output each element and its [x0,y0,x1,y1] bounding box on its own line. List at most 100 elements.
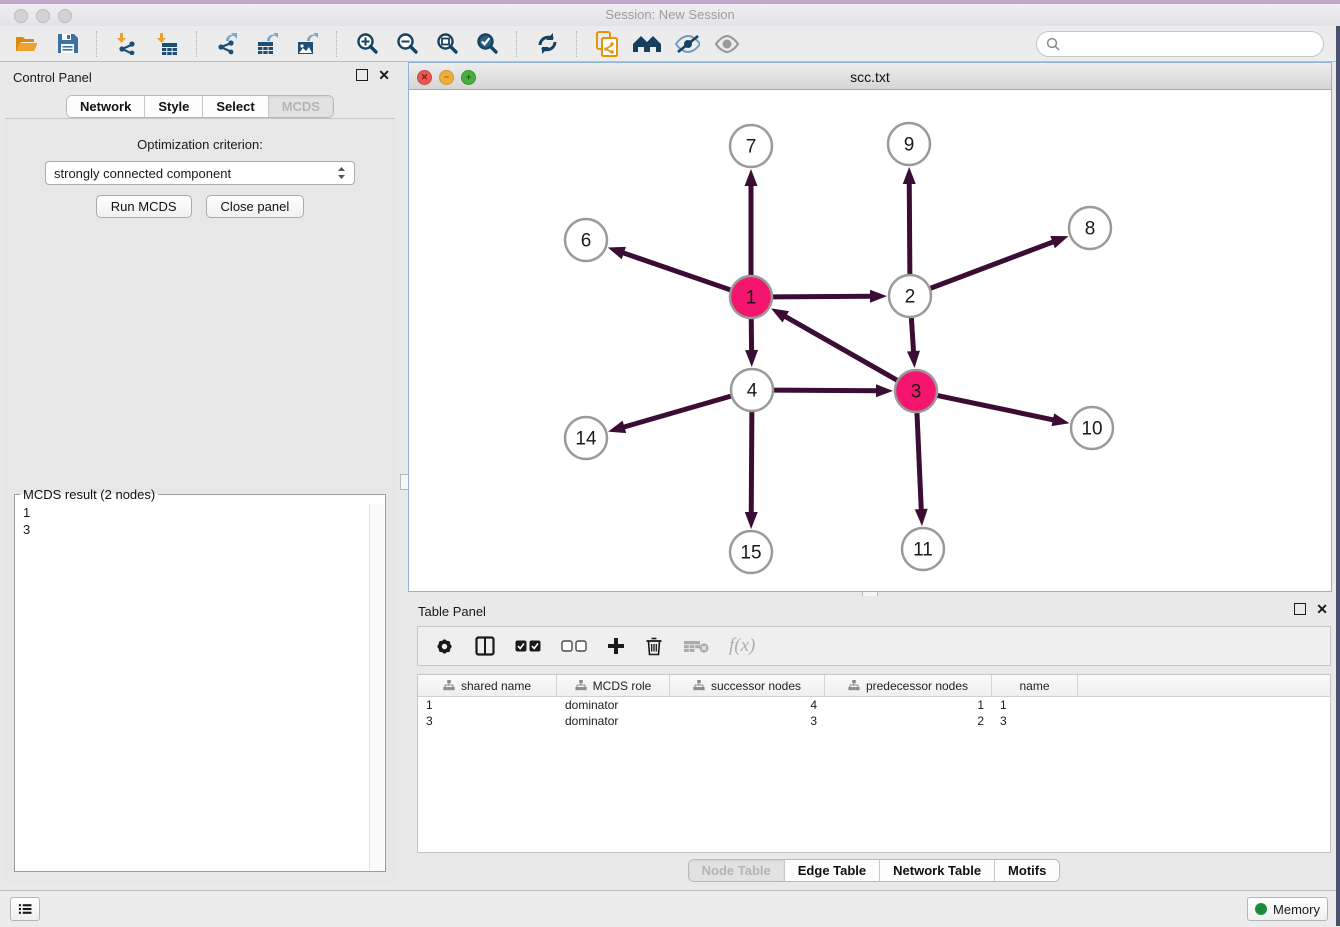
tab-network[interactable]: Network [67,96,144,117]
tab-mcds[interactable]: MCDS [268,96,333,117]
graph-node-6[interactable]: 6 [565,219,607,261]
zoom-fit-icon[interactable] [430,29,464,59]
mcds-result-scrollbar[interactable] [369,504,384,870]
zoom-in-icon[interactable] [350,29,384,59]
graph-node-2[interactable]: 2 [889,275,931,317]
edge-arrowhead [903,167,916,184]
float-panel-icon[interactable] [356,69,368,81]
column-header-shared-name[interactable]: shared name [418,675,557,696]
apply-layout-icon[interactable] [530,29,564,59]
graph-edge-1-6[interactable] [621,252,730,290]
select-all-checkboxes-icon[interactable] [515,640,541,652]
graph-edge-4-14[interactable] [622,396,731,428]
zoom-out-icon[interactable] [390,29,424,59]
close-panel-button[interactable]: Close panel [206,195,305,218]
column-header-name[interactable]: name [992,675,1078,696]
graph-edge-2-8[interactable] [931,241,1056,288]
import-network-icon[interactable] [110,29,144,59]
vertical-splitter[interactable] [400,62,408,890]
toolbar-separator [516,31,518,57]
graph-node-8[interactable]: 8 [1069,207,1111,249]
mcds-result-line: 1 [16,504,370,521]
task-history-button[interactable] [10,897,40,921]
graph-node-11[interactable]: 11 [902,528,944,570]
graph-edge-3-1[interactable] [783,315,897,380]
network-graph: 7 9 6 8 1 2 4 3 14 10 15 11 [409,90,1331,591]
graph-edge-4-15[interactable] [751,412,752,515]
table-row[interactable]: 1dominator411 [418,697,1330,713]
table-toolbar: f(x) [417,626,1331,666]
first-neighbors-icon[interactable] [630,29,664,59]
graph-node-14[interactable]: 14 [565,417,607,459]
open-session-icon[interactable] [10,29,44,59]
toolbar-separator [576,31,578,57]
search-box[interactable] [1036,31,1324,57]
graph-node-4[interactable]: 4 [731,369,773,411]
deselect-checkboxes-icon[interactable] [561,640,587,652]
add-column-icon[interactable] [607,637,625,655]
node-label: 7 [746,137,757,158]
node-label: 10 [1081,419,1102,440]
tab-network-table[interactable]: Network Table [879,860,994,881]
copy-network-icon[interactable] [590,29,624,59]
graph-edge-2-3[interactable] [911,318,913,354]
export-table-icon[interactable] [250,29,284,59]
close-panel-icon[interactable]: ✕ [1316,603,1328,615]
session-title: Session: New Session [0,7,1340,22]
table-cell: 2 [825,713,992,729]
mcds-result-list: 13 [16,504,370,870]
memory-status-icon [1255,903,1267,915]
column-header-successor-nodes[interactable]: successor nodes [670,675,825,696]
delete-table-icon[interactable] [683,639,709,653]
node-table[interactable]: shared nameMCDS rolesuccessor nodesprede… [417,674,1331,853]
column-header-predecessor-nodes[interactable]: predecessor nodes [825,675,992,696]
tab-motifs[interactable]: Motifs [994,860,1059,881]
graph-edge-3-10[interactable] [938,396,1056,421]
zoom-selected-icon[interactable] [470,29,504,59]
tab-node-table[interactable]: Node Table [689,860,784,881]
tab-edge-table[interactable]: Edge Table [784,860,879,881]
network-canvas[interactable]: 7 9 6 8 1 2 4 3 14 10 15 11 [409,90,1331,591]
edge-arrowhead [745,512,758,529]
column-header-MCDS-role[interactable]: MCDS role [557,675,670,696]
graph-edge-3-11[interactable] [917,413,921,512]
function-builder-icon[interactable]: f(x) [729,635,755,657]
graph-node-10[interactable]: 10 [1071,407,1113,449]
mcds-panel: Optimization criterion: strongly connect… [5,118,395,882]
graph-node-7[interactable]: 7 [730,125,772,167]
search-input[interactable] [1065,35,1314,52]
float-panel-icon[interactable] [1294,603,1306,615]
column-layout-icon[interactable] [475,636,495,656]
close-panel-icon[interactable]: ✕ [378,69,390,81]
export-network-icon[interactable] [210,29,244,59]
graph-node-1[interactable]: 1 [730,276,772,318]
graph-edge-2-9[interactable] [909,181,910,274]
node-label: 1 [746,288,757,309]
graph-node-9[interactable]: 9 [888,123,930,165]
table-cell: 4 [670,697,825,713]
graph-node-15[interactable]: 15 [730,531,772,573]
hide-selected-icon[interactable] [670,29,704,59]
show-all-icon[interactable] [710,29,744,59]
table-header-row: shared nameMCDS rolesuccessor nodesprede… [418,675,1330,697]
graph-edge-4-3[interactable] [774,390,879,391]
table-cell: dominator [557,697,670,713]
control-panel: Control Panel ✕ NetworkStyleSelectMCDS O… [0,62,400,890]
graph-node-3[interactable]: 3 [895,370,937,412]
tab-style[interactable]: Style [144,96,202,117]
graph-edge-1-2[interactable] [773,296,873,297]
save-session-icon[interactable] [50,29,84,59]
table-row[interactable]: 3dominator323 [418,713,1330,729]
node-label: 8 [1085,219,1096,240]
memory-button[interactable]: Memory [1247,897,1328,921]
table-cell: 3 [670,713,825,729]
settings-gear-icon[interactable] [434,636,455,657]
import-table-icon[interactable] [150,29,184,59]
run-mcds-button[interactable]: Run MCDS [96,195,192,218]
export-image-icon[interactable] [290,29,324,59]
tab-select[interactable]: Select [202,96,267,117]
delete-column-icon[interactable] [645,636,663,656]
toolbar-separator [196,31,198,57]
window-titlebar: Session: New Session [0,0,1340,27]
optimization-criterion-select[interactable]: strongly connected component [45,161,355,185]
